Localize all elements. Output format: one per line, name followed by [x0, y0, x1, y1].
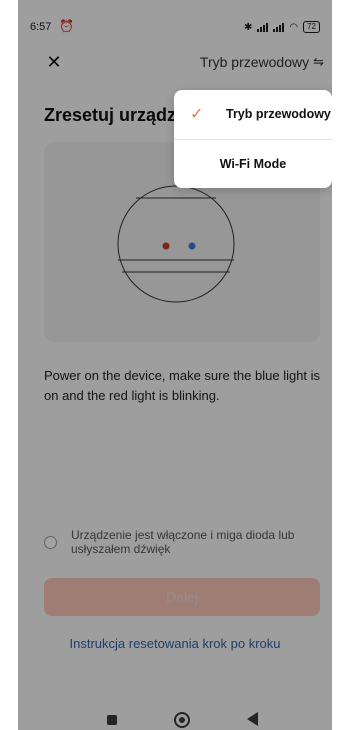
mode-dropdown-menu: ✓ Tryb przewodowy Wi-Fi Mode	[174, 90, 332, 188]
dropdown-item-wired[interactable]: ✓ Tryb przewodowy	[174, 90, 332, 138]
dropdown-item-label: Tryb przewodowy	[226, 107, 331, 121]
dropdown-item-label: Wi-Fi Mode	[219, 157, 287, 171]
check-icon: ✓	[190, 106, 204, 123]
phone-screen: 6:57 ⏰ ✱ ◠ 72 ✕ Tryb przewodowy ⇋ Zreset…	[18, 0, 332, 730]
dropdown-item-wifi[interactable]: Wi-Fi Mode	[174, 140, 332, 188]
